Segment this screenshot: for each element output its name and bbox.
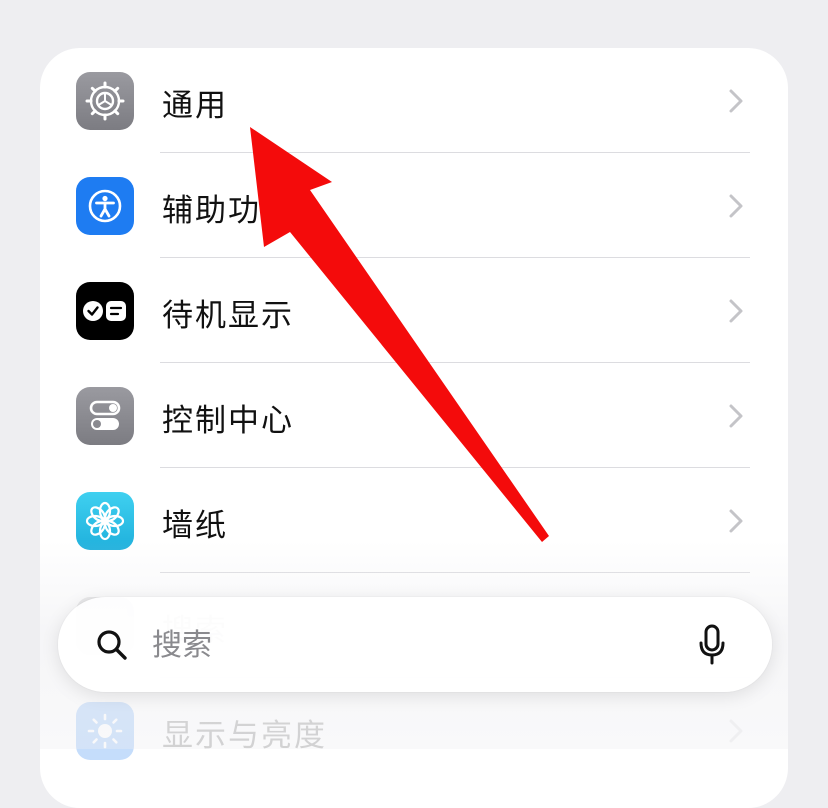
settings-item-standby[interactable]: 待机显示 <box>40 258 788 363</box>
toggles-icon <box>76 387 134 445</box>
settings-item-wallpaper[interactable]: 墙纸 <box>40 468 788 573</box>
search-bar[interactable] <box>58 597 772 692</box>
settings-item-display-brightness[interactable]: 显示与亮度 <box>40 678 788 783</box>
search-input[interactable] <box>150 619 674 671</box>
chevron-right-icon <box>729 509 743 533</box>
settings-item-control-center[interactable]: 控制中心 <box>40 363 788 468</box>
settings-item-label: 墙纸 <box>162 508 228 544</box>
chevron-right-icon <box>729 404 743 428</box>
settings-item-label: 通用 <box>162 88 228 124</box>
settings-item-label: 显示与亮度 <box>162 718 327 754</box>
gear-icon <box>76 72 134 130</box>
settings-item-label: 辅助功能 <box>162 193 294 229</box>
search-icon <box>97 630 127 660</box>
chevron-right-icon <box>729 719 743 743</box>
flower-icon <box>76 492 134 550</box>
microphone-icon[interactable] <box>696 623 728 667</box>
standby-icon <box>76 282 134 340</box>
chevron-right-icon <box>729 194 743 218</box>
settings-item-accessibility[interactable]: 辅助功能 <box>40 153 788 258</box>
settings-item-label: 待机显示 <box>162 298 294 334</box>
settings-item-label: 控制中心 <box>162 403 294 439</box>
settings-list: 通用 辅助功能 待机显示 控制中心 墙纸 显示与亮度 <box>40 48 788 808</box>
accessibility-icon <box>76 177 134 235</box>
chevron-right-icon <box>729 299 743 323</box>
chevron-right-icon <box>729 89 743 113</box>
sun-icon <box>76 702 134 760</box>
settings-item-general[interactable]: 通用 <box>40 48 788 153</box>
